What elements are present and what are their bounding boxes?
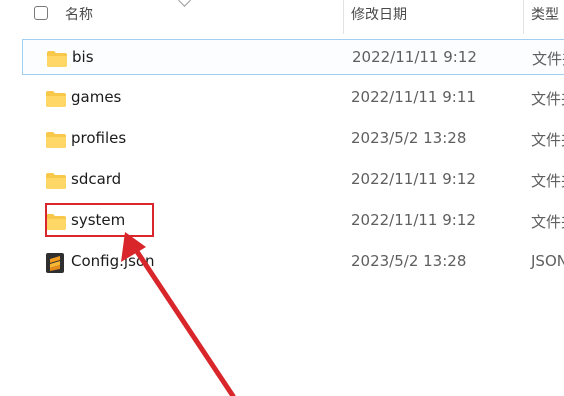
- file-type: 文件夹: [531, 90, 564, 108]
- file-name: sdcard: [71, 170, 122, 188]
- file-date: 2022/11/11 9:11: [351, 88, 476, 106]
- folder-icon: [46, 91, 66, 111]
- file-type: 文件夹: [531, 131, 564, 149]
- file-row-sdcard[interactable]: sdcard 2022/11/11 9:12 文件夹: [22, 162, 564, 198]
- folder-icon: [47, 51, 67, 71]
- date-column-header[interactable]: 修改日期: [351, 4, 407, 24]
- file-date: 2023/5/2 13:28: [351, 252, 467, 270]
- file-name: profiles: [71, 129, 127, 147]
- highlight-box: [45, 203, 154, 237]
- column-divider[interactable]: [343, 0, 344, 34]
- file-row-bis[interactable]: bis 2022/11/11 9:12 文件夹: [22, 39, 564, 75]
- column-divider[interactable]: [523, 0, 524, 34]
- column-header: 名称 修改日期 类型: [0, 0, 564, 34]
- file-name: Config.json: [71, 252, 155, 270]
- sort-chevron-icon: [178, 0, 191, 7]
- file-row-games[interactable]: games 2022/11/11 9:11 文件夹: [22, 80, 564, 116]
- file-row-profiles[interactable]: profiles 2023/5/2 13:28 文件夹: [22, 121, 564, 157]
- folder-icon: [46, 173, 66, 193]
- folder-icon: [46, 132, 66, 152]
- file-name: bis: [72, 48, 94, 66]
- file-type: 文件夹: [531, 172, 564, 190]
- name-column-header[interactable]: 名称: [65, 4, 93, 24]
- file-name: games: [71, 88, 122, 106]
- file-date: 2022/11/11 9:12: [352, 48, 477, 66]
- file-type: JSON: [531, 252, 564, 270]
- file-date: 2022/11/11 9:12: [351, 170, 476, 188]
- file-date: 2023/5/2 13:28: [351, 129, 467, 147]
- file-date: 2022/11/11 9:12: [351, 211, 476, 229]
- file-type: 文件夹: [532, 50, 564, 68]
- select-all-checkbox[interactable]: [34, 6, 48, 20]
- file-type: 文件夹: [531, 213, 564, 231]
- json-file-icon: [46, 253, 64, 277]
- type-column-header[interactable]: 类型: [531, 4, 559, 24]
- file-row-config-json[interactable]: Config.json 2023/5/2 13:28 JSON: [22, 244, 564, 280]
